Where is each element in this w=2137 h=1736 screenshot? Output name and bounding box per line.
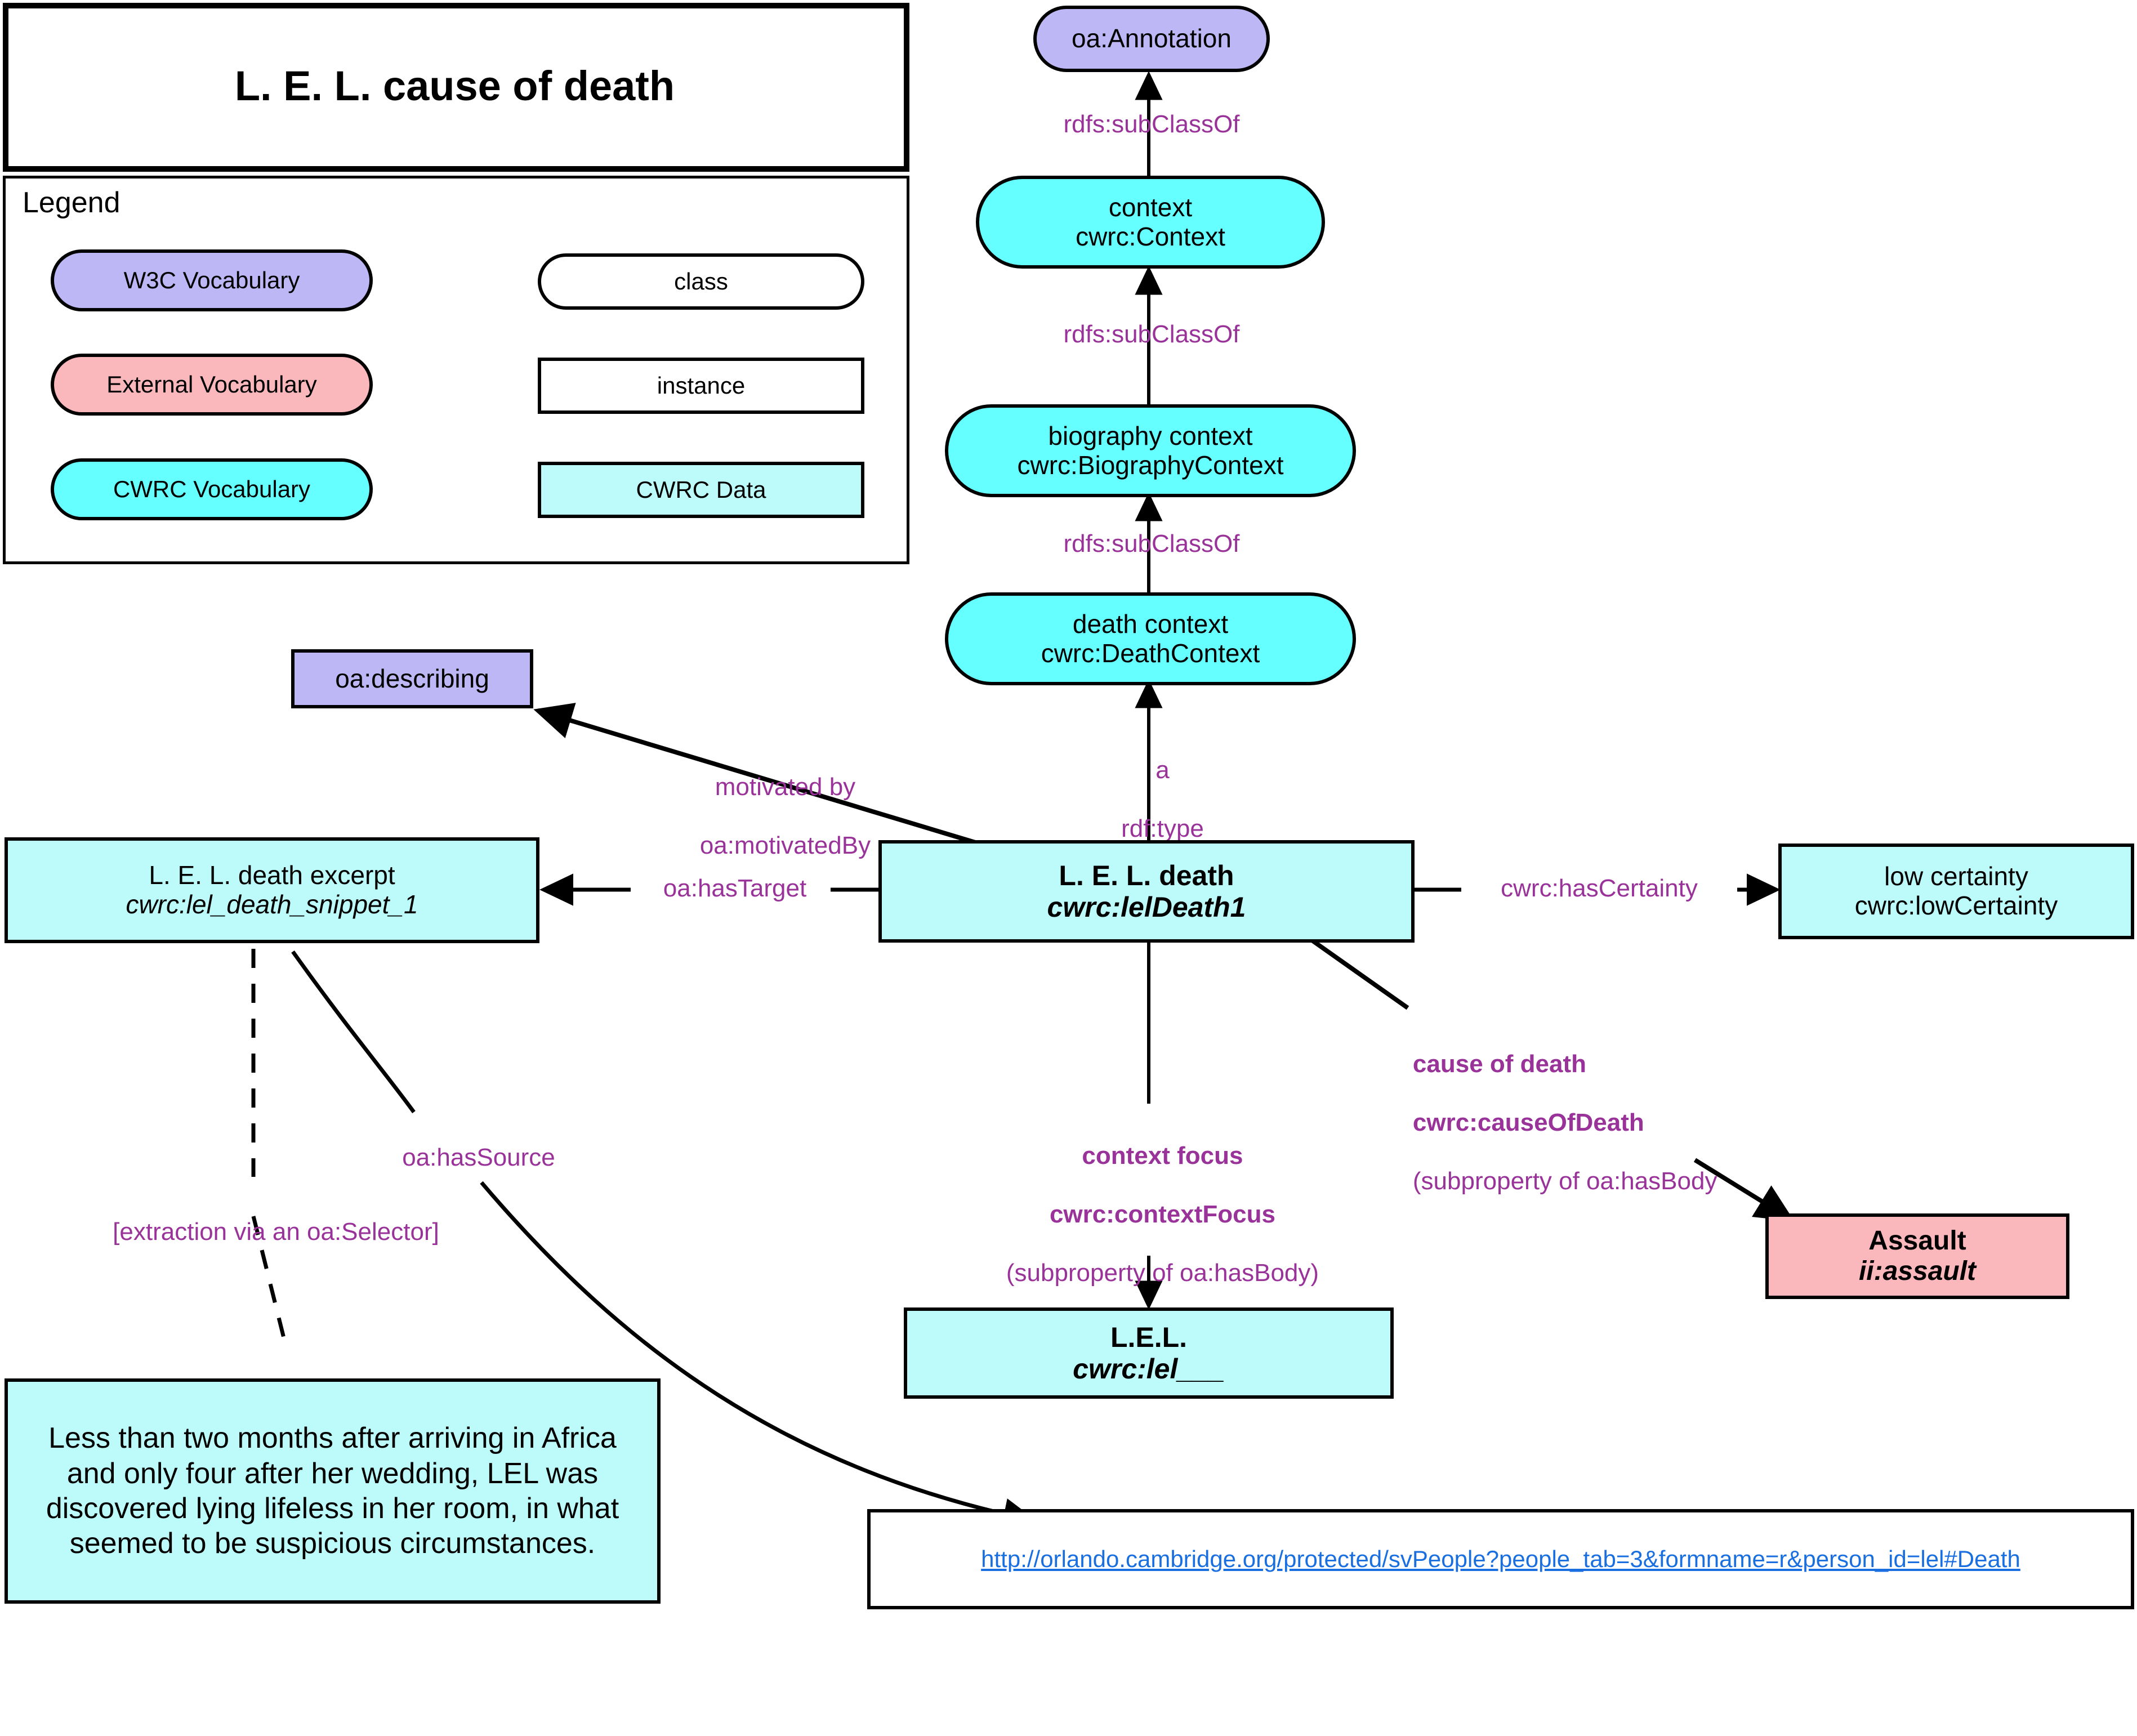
node-lel-death[interactable]: L. E. L. death cwrc:lelDeath1 — [878, 840, 1415, 943]
legend-swatch-instance: instance — [538, 358, 864, 414]
edge-label-subclassof-3: rdfs:subClassOf — [1063, 530, 1240, 557]
edge-label-context-focus: context focus cwrc:contextFocus (subprop… — [876, 1112, 1422, 1316]
edge-label-line1: a — [1156, 756, 1170, 784]
node-label-line1: Assault — [1868, 1226, 1966, 1256]
node-label-line1: L. E. L. death excerpt — [149, 860, 395, 890]
node-label-line2: cwrc:DeathContext — [1041, 638, 1260, 668]
node-oa-describing[interactable]: oa:describing — [291, 649, 533, 708]
edge-leldeath-to-assault-upper — [1310, 938, 1409, 1010]
legend-swatch-label: External Vocabulary — [106, 371, 317, 398]
edge-label-has-source: oa:hasSource — [402, 1144, 555, 1171]
excerpt-quote-text: Less than two months after arriving in A… — [46, 1422, 619, 1560]
node-biography-context[interactable]: biography context cwrc:BiographyContext — [945, 404, 1356, 497]
diagram-canvas: L. E. L. cause of death Legend W3C Vocab… — [0, 0, 2137, 1736]
node-label-line1: death context — [1072, 609, 1229, 639]
node-label-line1: L.E.L. — [1110, 1322, 1188, 1353]
edge-excerpt-to-quote — [251, 949, 307, 1416]
node-label-line2: cwrc:lowCertainty — [1854, 891, 2058, 920]
node-excerpt-quote[interactable]: Less than two months after arriving in A… — [5, 1378, 661, 1604]
node-context[interactable]: context cwrc:Context — [976, 176, 1325, 269]
edge-label-cause-of-death: cause of death cwrc:causeOfDeath (subpro… — [1385, 1020, 2005, 1225]
legend-swatch-cwrc-data: CWRC Data — [538, 462, 864, 518]
node-label-line2: cwrc:lel_death_snippet_1 — [126, 890, 418, 919]
node-label-line2: cwrc:lelDeath1 — [1047, 891, 1246, 923]
node-label-line1: oa:describing — [335, 663, 489, 693]
node-label-line1: biography context — [1048, 421, 1253, 450]
legend-swatch-label: class — [674, 268, 728, 295]
legend-swatch-w3c-vocabulary: W3C Vocabulary — [51, 249, 373, 311]
edge-label-line1: cause of death — [1412, 1050, 1586, 1078]
node-label-line1: L. E. L. death — [1059, 860, 1234, 891]
node-lel[interactable]: L.E.L. cwrc:lel___ — [904, 1307, 1394, 1399]
node-source-url[interactable]: http://orlando.cambridge.org/protected/s… — [867, 1509, 2134, 1609]
node-label-line2: cwrc:lel___ — [1073, 1353, 1225, 1385]
edge-excerpt-to-source-upper — [291, 950, 416, 1114]
node-oa-annotation[interactable]: oa:Annotation — [1033, 6, 1270, 72]
legend-swatch-label: instance — [657, 372, 746, 399]
legend-swatch-label: W3C Vocabulary — [123, 267, 300, 294]
edge-label-subclassof-1: rdfs:subClassOf — [1063, 110, 1240, 138]
edge-label-line3: (subproperty of oa:hasBody — [1412, 1167, 1717, 1195]
node-label-line1: context — [1108, 192, 1193, 222]
legend-heading: Legend — [23, 186, 121, 219]
legend-swatch-cwrc-vocabulary: CWRC Vocabulary — [51, 458, 373, 520]
legend-swatch-external-vocabulary: External Vocabulary — [51, 354, 373, 416]
page-title: L. E. L. cause of death — [234, 63, 675, 109]
edge-label-line2: cwrc:contextFocus — [1049, 1200, 1275, 1228]
edge-label-subclassof-2: rdfs:subClassOf — [1063, 320, 1240, 348]
node-lel-death-excerpt[interactable]: L. E. L. death excerpt cwrc:lel_death_sn… — [5, 837, 539, 943]
edge-label-motivated-by: motivated by oa:motivatedBy — [625, 743, 918, 890]
edge-label-selector-note: [extraction via an oa:Selector] — [113, 1218, 439, 1246]
node-label-line2: cwrc:Context — [1076, 221, 1225, 251]
edge-label-line1: motivated by — [715, 773, 856, 801]
source-url-link[interactable]: http://orlando.cambridge.org/protected/s… — [981, 1546, 2020, 1572]
node-assault[interactable]: Assault ii:assault — [1765, 1213, 2069, 1299]
node-label-line1: low certainty — [1884, 862, 2028, 891]
edge-label-line2: oa:motivatedBy — [699, 831, 871, 859]
legend-swatch-label: CWRC Data — [636, 476, 766, 503]
legend-swatch-label: CWRC Vocabulary — [113, 476, 311, 503]
edge-label-has-target: oa:hasTarget — [663, 874, 807, 902]
edge-label-line2: rdf:type — [1121, 814, 1204, 842]
node-label-line1: oa:Annotation — [1072, 24, 1232, 53]
edge-label-line3: (subproperty of oa:hasBody) — [1006, 1259, 1319, 1287]
node-label-line2: cwrc:BiographyContext — [1017, 450, 1284, 480]
edge-label-line2: cwrc:causeOfDeath — [1412, 1108, 1644, 1136]
node-label-line2: ii:assault — [1858, 1256, 1977, 1286]
edge-label-line1: context focus — [1082, 1141, 1243, 1170]
legend-swatch-class: class — [538, 253, 864, 310]
node-low-certainty[interactable]: low certainty cwrc:lowCertainty — [1778, 844, 2134, 939]
node-death-context[interactable]: death context cwrc:DeathContext — [945, 592, 1356, 685]
edge-label-has-certainty: cwrc:hasCertainty — [1501, 874, 1698, 902]
